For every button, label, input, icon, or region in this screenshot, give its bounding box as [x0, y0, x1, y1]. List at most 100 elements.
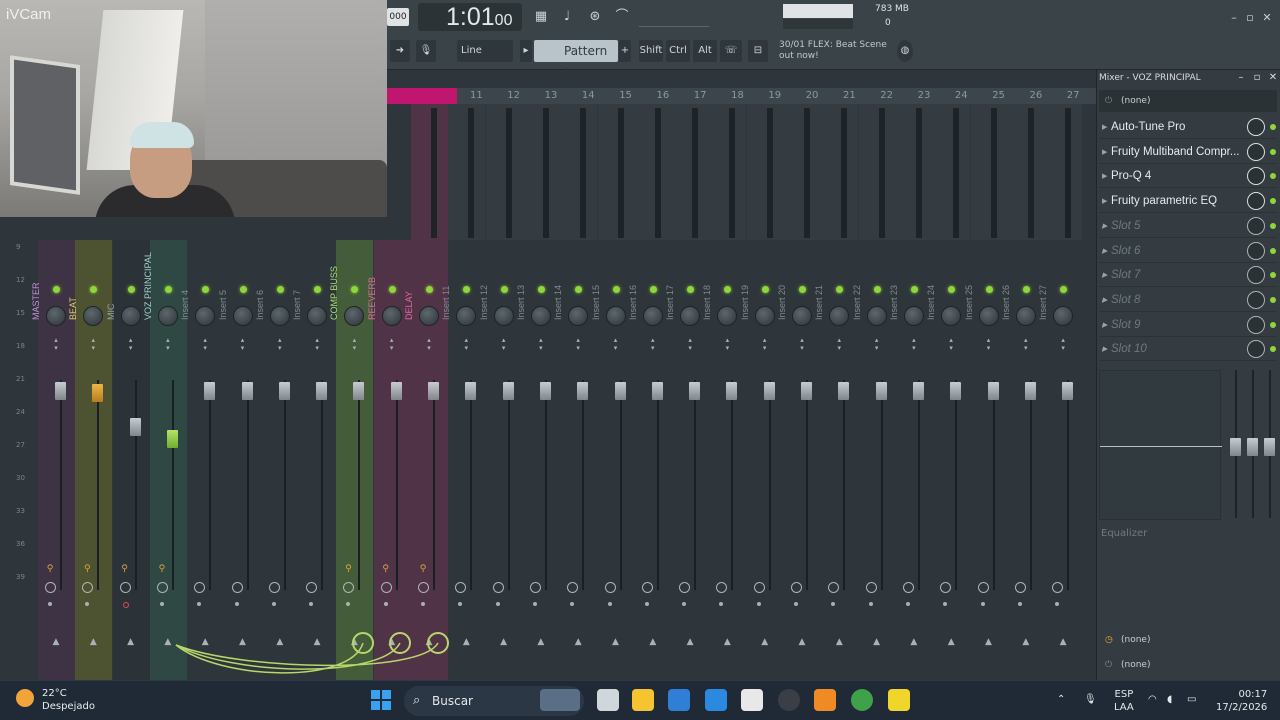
slot-mix-knob[interactable]	[1247, 118, 1265, 136]
route-arrow-icon[interactable]: ▲	[51, 637, 61, 647]
track-enable-led[interactable]	[388, 286, 396, 293]
fx-slot[interactable]: ▶ Slot 7	[1099, 264, 1277, 288]
news-hint[interactable]: 30/01 FLEX: Beat Scene out now!	[779, 40, 889, 62]
slot-expand-icon[interactable]: ▶	[1102, 338, 1107, 361]
pan-knob[interactable]	[157, 306, 178, 326]
track-enable-led[interactable]	[761, 286, 769, 293]
stereo-separation-arrows-icon[interactable]: ▴ ▾	[238, 336, 248, 354]
slot-enable-led[interactable]	[1270, 321, 1276, 328]
notes-icon[interactable]	[888, 689, 910, 711]
record-dot-icon[interactable]	[607, 602, 612, 606]
slot-expand-icon[interactable]: ▶	[1102, 165, 1107, 188]
panel-close-icon[interactable]: ✕	[1267, 72, 1279, 84]
route-arrow-icon[interactable]: ▲	[1021, 637, 1031, 647]
eq-band-mid-fader[interactable]	[1247, 438, 1258, 456]
eq-band-faders[interactable]	[1225, 370, 1275, 520]
slot-expand-icon[interactable]: ▶	[1102, 240, 1107, 263]
pan-knob[interactable]	[269, 306, 290, 326]
song-position-display[interactable]: 1:0100	[418, 3, 522, 31]
fx-slot[interactable]: ▶ Slot 9	[1099, 314, 1277, 337]
volume-fader[interactable]	[577, 382, 589, 400]
fx-slot[interactable]: ▶ Slot 6	[1099, 240, 1277, 263]
stereo-separation-arrows-icon[interactable]: ▴ ▾	[536, 336, 546, 354]
slot-mix-knob[interactable]	[1247, 142, 1265, 161]
volume-fader[interactable]	[1024, 382, 1036, 400]
slot-expand-icon[interactable]: ▶	[1102, 116, 1107, 139]
slot-enable-led[interactable]	[1270, 173, 1276, 180]
outlook-icon[interactable]	[705, 689, 727, 711]
track-enable-led[interactable]	[276, 286, 284, 293]
volume-fader[interactable]	[55, 382, 66, 400]
stereo-separation-arrows-icon[interactable]: ▴ ▾	[461, 336, 471, 354]
volume-fader[interactable]	[204, 382, 216, 400]
fx-slot[interactable]: ▶ Slot 8	[1099, 289, 1277, 312]
track-enable-led[interactable]	[873, 286, 881, 293]
latency-clock-icon[interactable]	[418, 582, 429, 593]
volume-fader[interactable]	[875, 382, 887, 400]
latency-clock-icon[interactable]	[604, 582, 616, 593]
record-dot-icon[interactable]	[794, 602, 798, 606]
record-dot-icon[interactable]	[234, 602, 239, 606]
slot-enable-led[interactable]	[1270, 296, 1276, 303]
minimize-icon[interactable]: –	[1227, 11, 1241, 25]
record-dot-icon[interactable]	[495, 602, 500, 606]
fx-slot[interactable]: ▶ Fruity parametric EQ	[1099, 190, 1277, 214]
pan-knob[interactable]	[978, 306, 999, 326]
volume-fader[interactable]	[166, 430, 178, 448]
latency-clock-icon[interactable]	[380, 582, 392, 593]
pan-knob[interactable]	[792, 306, 812, 326]
slot-enable-led[interactable]	[1270, 198, 1276, 205]
help-icon[interactable]: ☏	[720, 40, 742, 62]
send-icon[interactable]: ⚲	[382, 564, 390, 575]
pattern-selector[interactable]: Pattern 1	[534, 40, 618, 80]
track-enable-led[interactable]	[985, 286, 993, 293]
volume-fader[interactable]	[950, 382, 962, 400]
route-arrow-icon[interactable]: ▲	[797, 637, 807, 647]
track-enable-led[interactable]	[799, 286, 806, 293]
track-enable-led[interactable]	[239, 286, 247, 293]
tempo-display[interactable]: 000	[387, 8, 409, 26]
app-red-badge-icon[interactable]	[778, 689, 800, 711]
stereo-separation-arrows-icon[interactable]: ▴ ▾	[387, 336, 397, 354]
stereo-separation-arrows-icon[interactable]: ▴ ▾	[1058, 336, 1068, 354]
volume-fader[interactable]	[502, 382, 514, 400]
windows-start-icon[interactable]	[371, 690, 391, 710]
fx-slot[interactable]: ▶ Auto-Tune Pro	[1099, 116, 1277, 139]
stereo-separation-arrows-icon[interactable]: ▴ ▾	[200, 336, 210, 354]
volume-fader[interactable]	[614, 382, 626, 400]
volume-fader[interactable]	[353, 382, 365, 400]
output-select-2[interactable]: ⏻ (none)	[1099, 655, 1277, 675]
battery-icon[interactable]: ▭	[1187, 693, 1196, 706]
close-icon[interactable]: ✕	[1260, 11, 1274, 25]
slot-expand-icon[interactable]: ▶	[1102, 289, 1107, 312]
pan-knob[interactable]	[754, 306, 775, 326]
route-arrow-icon[interactable]: ▲	[88, 637, 98, 647]
stereo-separation-arrows-icon[interactable]: ▴ ▾	[946, 336, 956, 354]
pan-knob[interactable]	[232, 306, 253, 326]
stereo-separation-arrows-icon[interactable]: ▴ ▾	[909, 336, 919, 354]
volume-fader[interactable]	[92, 384, 104, 402]
route-arrow-icon[interactable]: ▲	[611, 637, 621, 647]
slot-enable-led[interactable]	[1270, 247, 1276, 254]
latency-clock-icon[interactable]	[156, 582, 168, 593]
step-edit-icon[interactable]: ♩	[556, 7, 578, 27]
volume-fader[interactable]	[129, 418, 141, 436]
volume-fader[interactable]	[651, 382, 663, 400]
latency-clock-icon[interactable]	[1014, 582, 1026, 593]
stereo-separation-arrows-icon[interactable]: ▴ ▾	[126, 336, 136, 354]
online-icon[interactable]: ◍	[897, 40, 913, 62]
store-icon[interactable]	[668, 689, 690, 711]
latency-clock-icon[interactable]	[529, 582, 541, 593]
file-explorer-icon[interactable]	[632, 689, 654, 711]
send-icon[interactable]: ⚲	[46, 564, 54, 575]
track-enable-led[interactable]	[537, 286, 545, 293]
record-dot-icon[interactable]	[905, 602, 910, 606]
volume-fader[interactable]	[428, 382, 439, 400]
pan-knob[interactable]	[419, 306, 439, 326]
volume-fader[interactable]	[316, 382, 328, 400]
volume-fader[interactable]	[987, 382, 999, 400]
pan-knob[interactable]	[1053, 306, 1074, 326]
pan-knob[interactable]	[381, 306, 402, 326]
tray-chevron-icon[interactable]: ⌃	[1057, 693, 1065, 706]
record-dot-icon[interactable]	[644, 602, 649, 606]
